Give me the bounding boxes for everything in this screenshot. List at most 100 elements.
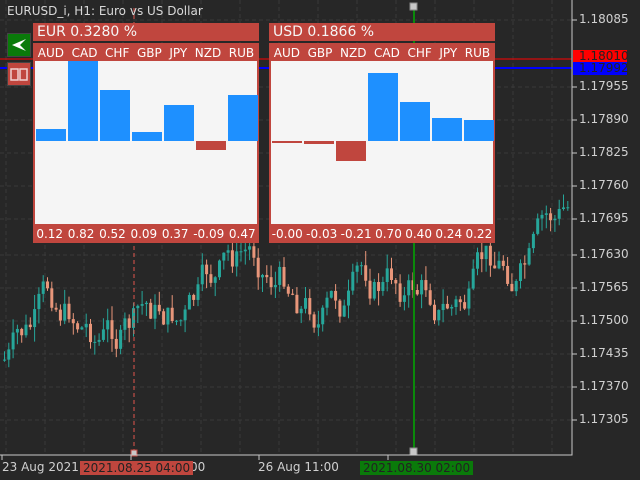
candle xyxy=(24,324,28,336)
candle xyxy=(415,289,419,295)
currency-label: NZD xyxy=(340,45,367,60)
value-label: 0.52 xyxy=(99,226,126,241)
candle xyxy=(312,314,316,328)
candle xyxy=(89,323,92,343)
currency-row: AUD GBP NZD CAD CHF JPY RUB xyxy=(269,43,495,62)
book-button[interactable] xyxy=(7,62,31,86)
candle xyxy=(536,218,540,234)
chart-title: EURUSD_i, H1: Euro vs US Dollar xyxy=(7,4,203,18)
currency-label: NZD xyxy=(194,45,222,60)
eur-strength-panel[interactable]: EUR 0.3280 % AUD CAD CHF GBP JPY NZD RUB 0.12 0… xyxy=(33,23,259,243)
candle xyxy=(463,302,467,309)
candle xyxy=(230,250,234,267)
value-label: -0.03 xyxy=(306,226,338,241)
candle xyxy=(110,320,114,339)
candle xyxy=(497,260,501,269)
candle xyxy=(213,277,217,283)
candle xyxy=(368,280,372,299)
value-label: 0.70 xyxy=(375,226,402,241)
candle xyxy=(566,207,570,209)
panel-header[interactable]: EUR 0.3280 % xyxy=(33,23,259,41)
candle xyxy=(286,286,290,294)
value-label: 0.24 xyxy=(435,226,463,241)
candle xyxy=(58,309,62,321)
price-label: 1.17305 xyxy=(579,412,629,426)
usd-strength-panel[interactable]: USD 0.1866 % AUD GBP NZD CAD CHF JPY RUB -0.00… xyxy=(269,23,495,243)
candle xyxy=(179,320,183,322)
candle xyxy=(136,305,140,309)
strength-bar xyxy=(336,141,366,162)
candle xyxy=(149,302,153,319)
candle xyxy=(256,257,260,278)
candle xyxy=(549,213,553,221)
candle xyxy=(295,294,299,314)
candle xyxy=(20,328,24,336)
candle xyxy=(501,260,505,266)
candle xyxy=(424,280,428,291)
candle xyxy=(252,246,256,258)
candle xyxy=(282,267,286,287)
candle xyxy=(248,246,252,250)
candle xyxy=(471,268,475,289)
candle xyxy=(140,304,144,306)
candle xyxy=(261,274,264,278)
strength-bar xyxy=(100,90,130,141)
candle xyxy=(33,309,37,328)
candle xyxy=(205,264,209,275)
candle xyxy=(458,299,462,303)
candle xyxy=(170,307,174,321)
price-label: 1.17565 xyxy=(579,280,629,294)
candle xyxy=(428,290,432,305)
candle xyxy=(347,290,350,306)
price-label: 1.18085 xyxy=(579,12,629,26)
currency-label: CHF xyxy=(105,45,130,60)
panel-header[interactable]: USD 0.1866 % xyxy=(269,23,495,41)
cursor-time-left: 2021.08.25 04:00 xyxy=(80,461,194,475)
candle xyxy=(553,218,557,221)
candle xyxy=(119,329,123,349)
currency-label: AUD xyxy=(37,45,65,60)
currency-label: JPY xyxy=(169,45,188,60)
price-label: 1.17825 xyxy=(579,145,629,159)
candle xyxy=(50,288,54,308)
strength-bar xyxy=(164,104,194,141)
candle xyxy=(226,250,230,253)
candle xyxy=(364,265,368,281)
candle xyxy=(235,251,239,267)
candle xyxy=(37,293,41,310)
candle xyxy=(351,271,355,291)
value-label: 0.09 xyxy=(130,226,158,241)
strength-bar xyxy=(304,141,334,144)
candle xyxy=(304,298,307,309)
candle xyxy=(355,265,359,272)
candle xyxy=(114,338,118,349)
candle xyxy=(342,305,346,317)
price-label: 1.17890 xyxy=(579,112,629,126)
strength-bar xyxy=(196,141,226,150)
candle xyxy=(15,328,19,333)
drag-handle[interactable] xyxy=(409,447,418,456)
currency-label: RUB xyxy=(228,45,255,60)
candle xyxy=(144,302,148,305)
candle xyxy=(200,264,204,285)
candle xyxy=(153,304,157,319)
candle xyxy=(557,209,561,219)
toggle-button[interactable] xyxy=(7,33,31,57)
candle xyxy=(390,268,393,280)
candle xyxy=(476,252,479,269)
candle xyxy=(101,329,105,340)
value-label: 0.22 xyxy=(465,226,493,241)
candle xyxy=(278,267,282,285)
currency-label: GBP xyxy=(136,45,162,60)
strength-bar xyxy=(432,117,462,141)
bid-price-tag: 1.17992 xyxy=(573,62,629,75)
drag-handle[interactable] xyxy=(409,2,418,11)
value-row: -0.00 -0.03 -0.21 0.70 0.40 0.24 0.22 xyxy=(269,224,495,243)
candle xyxy=(93,341,97,343)
candle xyxy=(7,349,11,360)
strength-bar xyxy=(36,129,66,141)
candle xyxy=(484,245,488,260)
candle xyxy=(329,290,333,298)
candle xyxy=(106,320,110,330)
candle xyxy=(127,318,131,328)
